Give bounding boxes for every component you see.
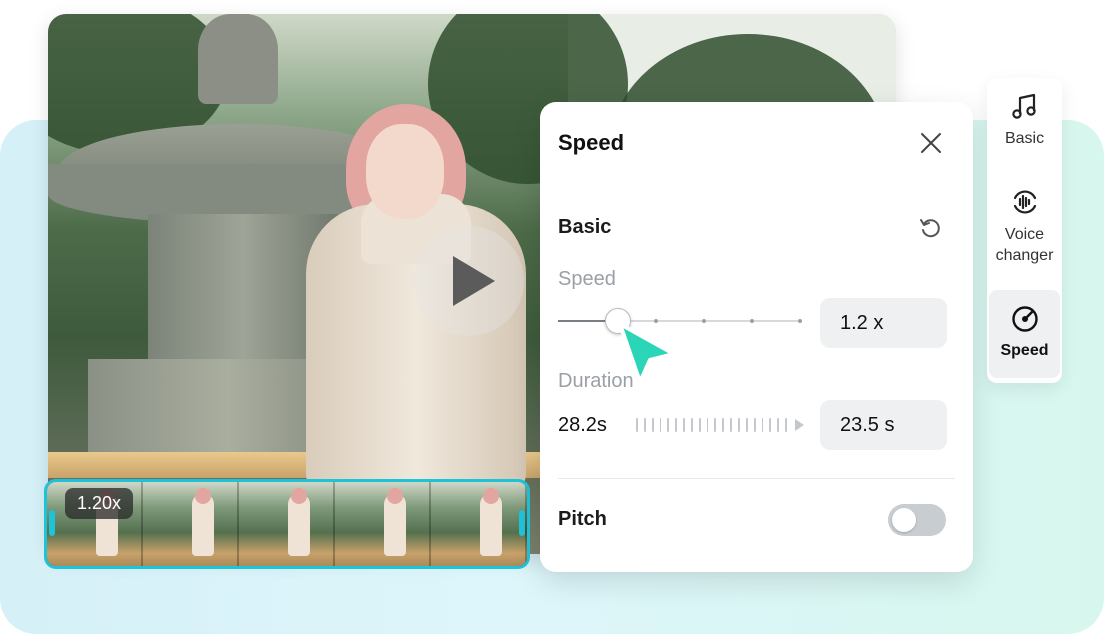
cursor-icon [618, 322, 676, 384]
timeline-frame [239, 482, 335, 566]
panel-title: Speed [558, 130, 625, 155]
side-rail-item-basic[interactable]: Basic [989, 92, 1060, 160]
speed-panel: Speed Basic Speed 1.2 x Duration 28.2s 2… [540, 102, 973, 572]
side-rail-item-voice-changer[interactable]: Voice changer [989, 186, 1060, 276]
duration-indicator [636, 416, 804, 434]
side-rail-label: Voice changer [995, 226, 1054, 264]
timeline-left-handle[interactable] [49, 510, 55, 536]
side-rail-label: Speed [1000, 342, 1049, 359]
play-icon [453, 256, 495, 306]
voice-changer-icon [1013, 190, 1036, 214]
speed-gauge-icon [1011, 306, 1038, 332]
side-rail-label: Basic [1004, 130, 1045, 147]
slider-tick [798, 319, 802, 323]
timeline-frame [143, 482, 239, 566]
side-rail: Basic Voice changer Speed [987, 78, 1062, 383]
slider-tick [750, 319, 754, 323]
speed-value-field[interactable]: 1.2 x [820, 298, 947, 348]
duration-original: 28.2s [558, 414, 607, 436]
arrow-right-icon [794, 419, 804, 431]
speed-label: Speed [558, 268, 616, 290]
timeline-right-handle[interactable] [519, 510, 525, 536]
duration-value-field[interactable]: 23.5 s [820, 400, 947, 450]
timeline-speed-badge: 1.20x [65, 488, 134, 519]
close-icon[interactable] [918, 130, 944, 156]
pitch-label: Pitch [558, 508, 607, 530]
reset-icon[interactable] [918, 216, 942, 240]
section-title-basic: Basic [558, 216, 612, 238]
divider [558, 478, 955, 479]
play-button[interactable] [414, 226, 524, 336]
side-rail-item-speed[interactable]: Speed [989, 290, 1060, 378]
face [366, 124, 444, 219]
timeline-frame [431, 482, 527, 566]
timeline-clip[interactable]: 1.20x [44, 479, 530, 569]
pitch-toggle[interactable] [888, 504, 946, 536]
slider-tick [702, 319, 706, 323]
fountain-statue [198, 14, 278, 104]
music-note-icon [1011, 93, 1036, 119]
timeline-frame [335, 482, 431, 566]
